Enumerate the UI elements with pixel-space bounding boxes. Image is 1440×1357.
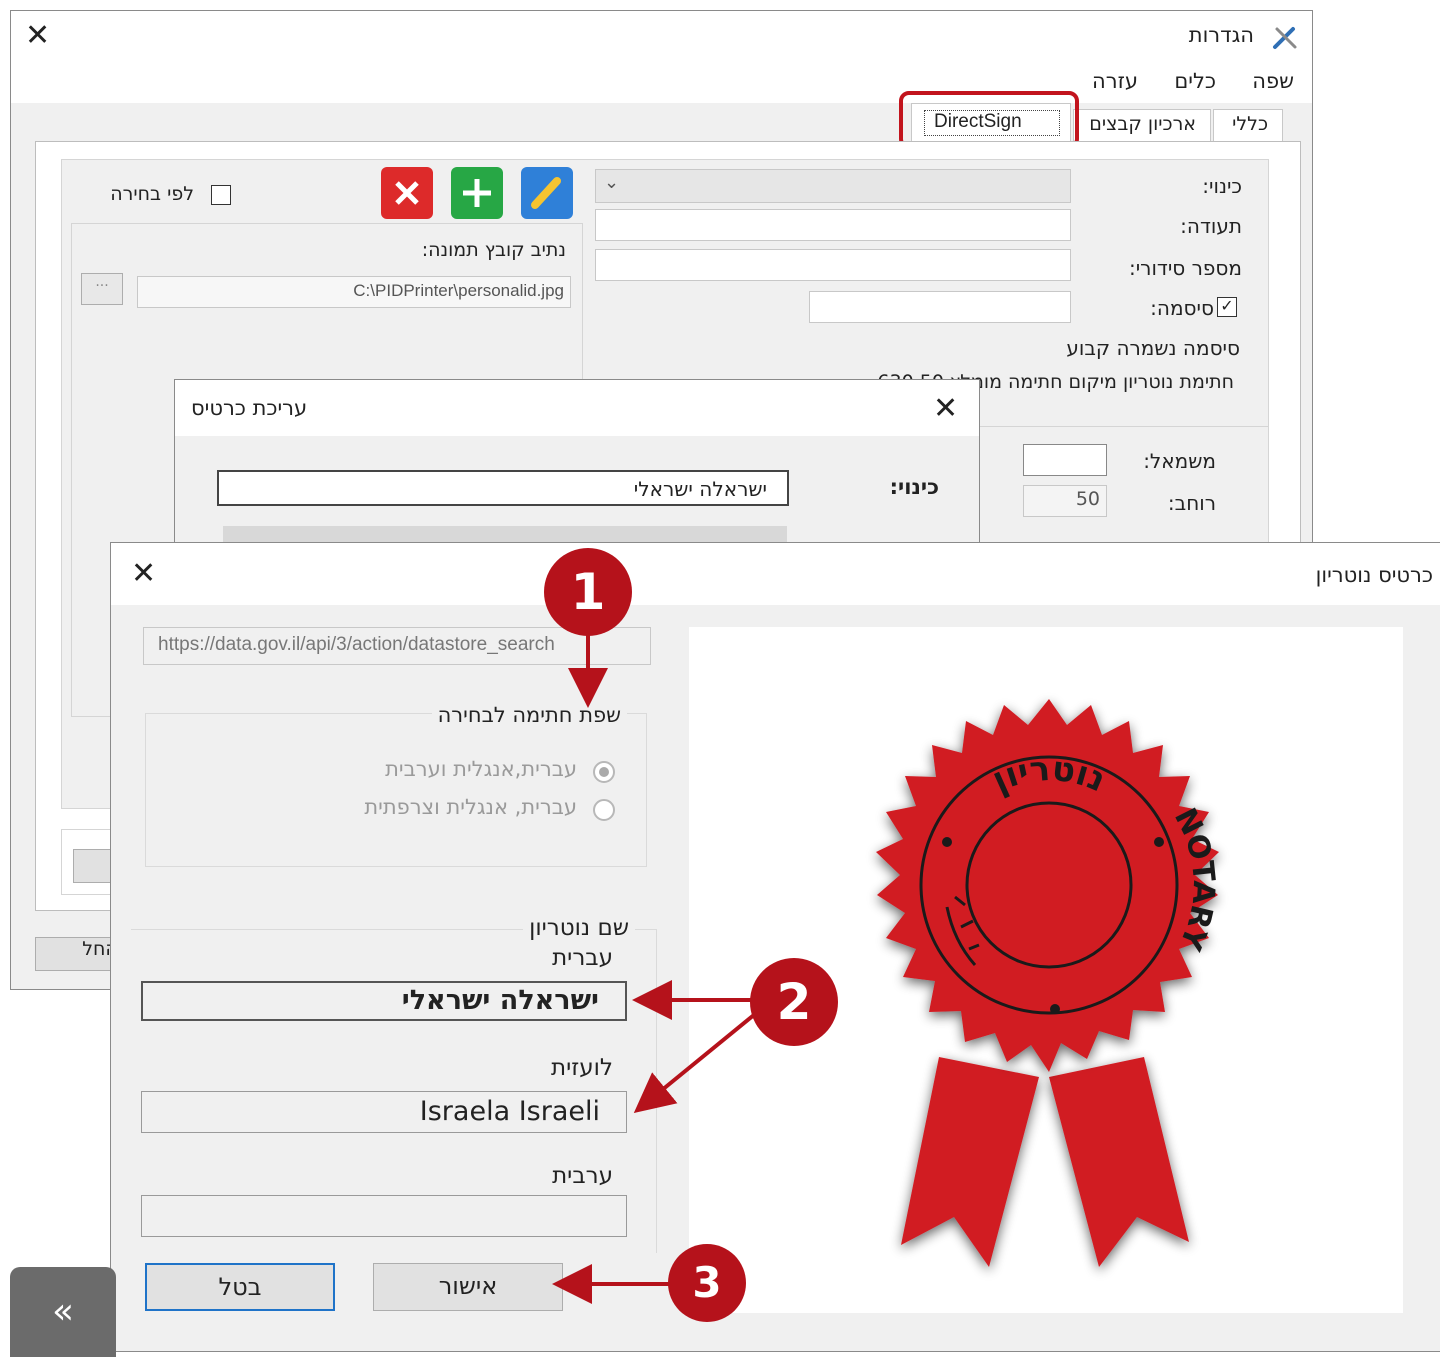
settings-title: הגדרות bbox=[1188, 23, 1254, 47]
image-path-field[interactable]: C:\PIDPrinter\personalid.jpg bbox=[137, 276, 571, 308]
double-chevron-left-icon: « bbox=[51, 1291, 75, 1332]
arabic-label: ערבית bbox=[552, 1163, 613, 1189]
notary-name-legend: שם נוטריון bbox=[523, 915, 635, 941]
radio-option-2[interactable] bbox=[593, 799, 615, 821]
notary-title: כרטיס נוטריון bbox=[1315, 563, 1433, 587]
settings-close-icon[interactable]: ✕ bbox=[25, 21, 50, 51]
ribbon-right bbox=[1049, 1057, 1189, 1267]
chevron-down-icon: ⌄ bbox=[604, 172, 620, 193]
collapse-nav-button[interactable]: « bbox=[10, 1267, 116, 1357]
edit-card-button[interactable] bbox=[521, 167, 573, 219]
notary-close-icon[interactable]: ✕ bbox=[131, 559, 156, 589]
menu-item-language[interactable]: שפה bbox=[1252, 69, 1294, 93]
cancel-button[interactable]: בטל bbox=[145, 1263, 335, 1311]
password-saved-text: סיסמה נשמרה קבוע bbox=[1066, 336, 1240, 360]
certificate-label: תעודה: bbox=[1180, 214, 1242, 238]
edit-card-title: עריכת כרטיס bbox=[191, 396, 308, 420]
stamp-language-legend: שפת חתימה לבחירה bbox=[431, 703, 627, 727]
by-choice-checkbox[interactable] bbox=[211, 185, 231, 205]
ribbon-left bbox=[901, 1057, 1039, 1267]
radio-option-2-label: עברית, אנגלית וצרפתית bbox=[364, 795, 577, 819]
settings-title-bar bbox=[11, 11, 1312, 63]
width-label: רוחב: bbox=[1167, 491, 1216, 515]
menu-item-tools[interactable]: כלים bbox=[1174, 69, 1216, 93]
edit-card-dialog: עריכת כרטיס ✕ כינוי: ישראלה ישראלי bbox=[174, 379, 980, 549]
step-badge-3: 3 bbox=[668, 1244, 746, 1322]
notary-title-bar bbox=[111, 543, 1440, 605]
edit-card-alias-label: כינוי: bbox=[889, 475, 939, 499]
left-field[interactable] bbox=[1023, 444, 1107, 476]
alias-label: כינוי: bbox=[1202, 174, 1242, 198]
radio-option-1[interactable] bbox=[593, 761, 615, 783]
hebrew-name-field[interactable]: ישראלה ישראלי bbox=[141, 981, 627, 1021]
menu-item-help[interactable]: עזרה bbox=[1092, 69, 1138, 93]
close-icon bbox=[395, 181, 419, 205]
password-checkbox[interactable]: ✓ bbox=[1217, 297, 1237, 317]
delete-card-button[interactable] bbox=[381, 167, 433, 219]
password-label: סיסמה: bbox=[1150, 296, 1214, 320]
password-field[interactable] bbox=[809, 291, 1071, 323]
edit-card-close-icon[interactable]: ✕ bbox=[933, 394, 958, 424]
arabic-name-field[interactable] bbox=[141, 1195, 627, 1237]
pencil-icon bbox=[531, 177, 561, 209]
left-label: משמאל: bbox=[1143, 449, 1216, 473]
edit-card-alias-field[interactable]: ישראלה ישראלי bbox=[217, 470, 789, 506]
serial-label: מספר סידורי: bbox=[1128, 256, 1242, 280]
radio-selected-dot bbox=[599, 767, 609, 777]
step-badge-1: 1 bbox=[544, 548, 632, 636]
stamp-language-group bbox=[145, 713, 647, 867]
browse-button[interactable]: ... bbox=[81, 273, 123, 305]
step-badge-2: 2 bbox=[750, 958, 838, 1046]
by-choice-label: לפי בחירה bbox=[110, 183, 194, 205]
plus-icon bbox=[463, 179, 491, 207]
tab-general[interactable]: כללי bbox=[1213, 109, 1283, 141]
add-card-button[interactable] bbox=[451, 167, 503, 219]
width-field[interactable]: 50 bbox=[1023, 485, 1107, 517]
image-path-label: נתיב קובץ תמונה: bbox=[421, 239, 566, 261]
hebrew-label: עברית bbox=[552, 945, 613, 971]
foreign-name-field[interactable]: Israela Israeli bbox=[141, 1091, 627, 1133]
foreign-label: לועזית bbox=[551, 1055, 613, 1081]
notary-card-dialog: ✕ כרטיס נוטריון https://data.gov.il/api/… bbox=[110, 542, 1440, 1352]
serial-field[interactable] bbox=[595, 249, 1071, 281]
ok-button[interactable]: אישור bbox=[373, 1263, 563, 1311]
alias-dropdown[interactable]: ⌄ bbox=[595, 169, 1071, 203]
tab-file-archive[interactable]: ארכיון קבצים bbox=[1073, 109, 1211, 141]
tools-icon bbox=[1273, 27, 1297, 49]
certificate-field[interactable] bbox=[595, 209, 1071, 241]
radio-option-1-label: עברית,אנגלית וערבית bbox=[385, 757, 577, 781]
